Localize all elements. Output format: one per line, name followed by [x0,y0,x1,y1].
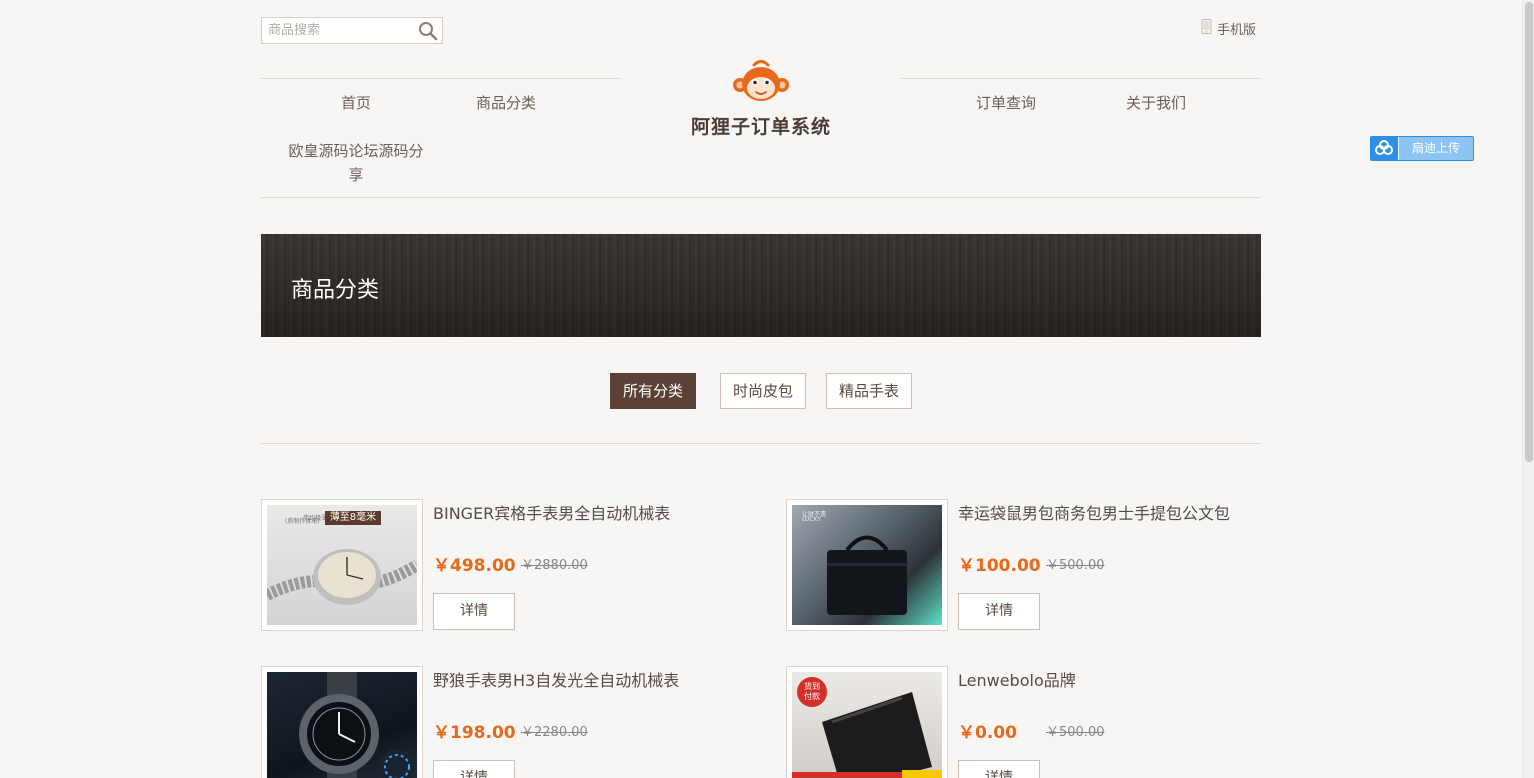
product-price: ￥198.00 [433,723,516,743]
nav-home[interactable]: 首页 [281,91,431,115]
brand-name: 阿狸子订单系统 [690,116,831,138]
tab-premium-watches[interactable]: 精品手表 [826,373,912,409]
product-old-price: ￥2280.00 [521,725,588,740]
watch-icon [267,549,417,605]
mobile-version-link[interactable]: 手机版 [1201,19,1256,38]
product-price: ￥100.00 [958,556,1041,576]
product-thumb[interactable] [261,666,423,778]
detail-button[interactable]: 详情 [433,593,515,630]
search-box [261,17,443,44]
nav-rule-left [261,78,621,79]
cod-badge-line2: 付款 [804,692,820,701]
product-name[interactable]: BINGER宾格手表男全自动机械表 [433,500,670,524]
detail-button[interactable]: 详情 [958,760,1040,778]
product-image: 让财不遗 LUCKY [792,505,942,625]
tabs-rule [261,443,1261,444]
product-name[interactable]: Lenwebolo品牌 [958,667,1076,691]
tab-all-categories[interactable]: 所有分类 [610,373,696,409]
product-thumb[interactable]: 让财不遗 LUCKY [786,499,948,631]
product-old-price: ￥500.00 [1046,558,1105,573]
product-image [267,672,417,778]
watch-icon [299,672,415,778]
product-name[interactable]: 幸运袋鼠男包商务包男士手提包公文包 [958,500,1230,524]
detail-button[interactable]: 详情 [958,593,1040,630]
detail-button[interactable]: 详情 [433,760,515,778]
cloud-upload-label: 扇迪上传 [1399,137,1473,160]
product-image: 货到 付款 [792,672,942,778]
cloud-upload-button[interactable]: 扇迪上传 [1370,136,1474,161]
product-card: 货到 付款 Lenwebolo品牌 ￥0.00 ￥500.00 详情 [786,666,1261,778]
nav-order-query[interactable]: 订单查询 [931,91,1081,115]
mobile-version-label: 手机版 [1217,23,1257,38]
nav-forum-link[interactable]: 欧皇源码论坛源码分 享 [281,139,431,187]
product-thumb[interactable]: 货到 付款 [786,666,948,778]
tab-fashion-bags[interactable]: 时尚皮包 [720,373,806,409]
product-card: 让财不遗 LUCKY 幸运袋鼠男包商务包男士手提包公文包 ￥100.00 ￥50… [786,499,1261,639]
product-thumb[interactable]: 简约极薄设计 · 整合至精半透 (质制作体笔) 薄至8毫米 [261,499,423,631]
nav-rule-right [901,78,1261,79]
page-scrollbar[interactable] [1522,0,1534,778]
product-price: ￥498.00 [433,556,516,576]
search-input[interactable] [262,18,412,43]
cod-badge: 货到 付款 [797,677,827,707]
nav-about-us[interactable]: 关于我们 [1081,91,1231,115]
banner-title: 商品分类 [291,278,380,303]
nav-forum-line2: 享 [348,166,364,184]
logo[interactable]: 阿狸子订单系统 [686,60,836,139]
nav-forum-line1: 欧皇源码论坛源码分 [288,142,424,160]
bag-icon [827,535,907,615]
page: 手机版 首页 商品分类 订单查询 关于我们 欧皇源码论坛源码分 享 阿狸子订单系… [0,0,1522,778]
product-card: 简约极薄设计 · 整合至精半透 (质制作体笔) 薄至8毫米 BINGER宾格手表… [261,499,736,639]
category-banner: 商品分类 [261,234,1261,337]
product-price: ￥0.00 [958,723,1017,743]
cod-badge-line1: 货到 [804,682,820,691]
cloud-icon [1371,137,1398,160]
nav-categories[interactable]: 商品分类 [431,91,581,115]
product-old-price: ￥2880.00 [521,558,588,573]
search-icon[interactable] [418,21,438,41]
product-card: 野狼手表男H3自发光全自动机械表 ￥198.00 ￥2280.00 详情 [261,666,736,778]
nav-rule-bottom [261,197,1261,198]
product-name[interactable]: 野狼手表男H3自发光全自动机械表 [433,667,679,691]
product-image: 简约极薄设计 · 整合至精半透 (质制作体笔) 薄至8毫米 [267,505,417,625]
product-old-price: ￥500.00 [1046,725,1105,740]
scrollbar-thumb[interactable] [1525,2,1533,462]
phone-icon [1201,19,1212,38]
monkey-logo-icon [733,60,789,101]
